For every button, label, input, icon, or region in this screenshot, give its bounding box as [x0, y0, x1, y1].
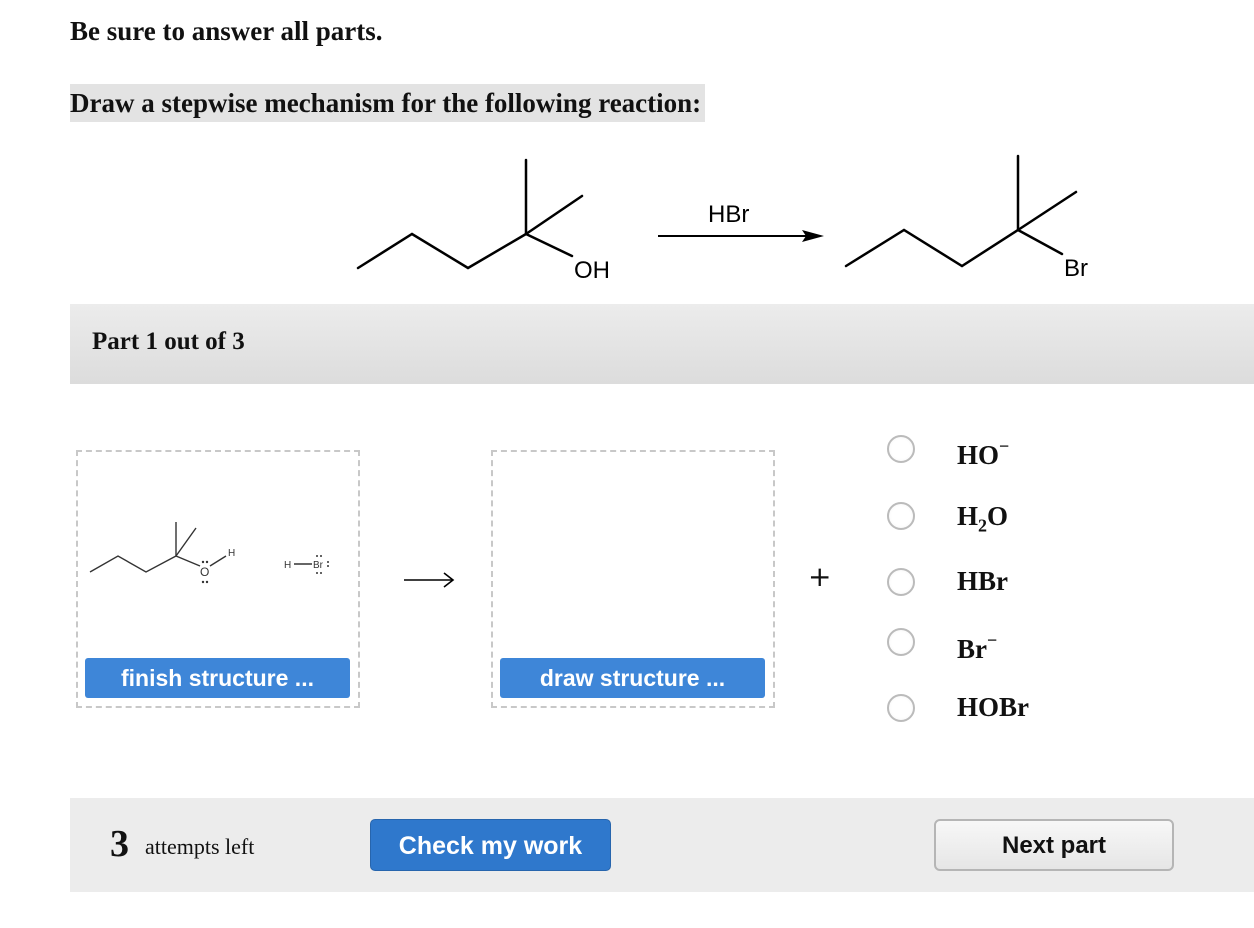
- product-methyl-right: [1016, 190, 1078, 232]
- footer-bar: 3 attempts left Check my work Next part: [70, 798, 1254, 892]
- option-label-3: HBr: [957, 566, 1008, 596]
- next-part-button[interactable]: Next part: [934, 819, 1174, 871]
- alcohol-oh-bond: [209, 555, 227, 567]
- prompt-highlight: Draw a stepwise mechanism for the follow…: [70, 84, 706, 122]
- reactant-skeleton: [356, 158, 584, 270]
- radio-option-4[interactable]: [887, 628, 915, 656]
- alcohol-co-bond: [175, 555, 201, 567]
- reactant-methyl-right: [524, 194, 584, 236]
- finish-structure-button[interactable]: finish structure ...: [85, 658, 350, 698]
- option-label-4: Br−: [957, 630, 998, 664]
- option-label-5: HOBr: [957, 692, 1029, 722]
- option-label-1: HO−: [957, 436, 1010, 470]
- product-skeleton: [844, 154, 1078, 268]
- radio-option-2[interactable]: [887, 502, 915, 530]
- reagent-label: HBr: [708, 201, 749, 228]
- part-header: Part 1 out of 3: [70, 304, 1254, 384]
- radio-option-5[interactable]: [887, 694, 915, 722]
- plus-sign: +: [808, 560, 832, 593]
- hydroxyl-hydrogen: H: [228, 548, 235, 559]
- part-label: Part 1 out of 3: [92, 328, 245, 355]
- product-chain: [844, 228, 1020, 268]
- reactant-co-bond: [524, 232, 574, 258]
- product-cbr-bond: [1016, 228, 1064, 256]
- instruction-text: Be sure to answer all parts.: [70, 16, 383, 46]
- reactant-oh-label: OH: [574, 257, 610, 284]
- reaction-scheme: OH HBr Br: [356, 154, 1088, 284]
- product-br-label: Br: [1064, 255, 1088, 282]
- option-label-2: H2O: [957, 501, 1009, 536]
- mechanism-reactants: O H H Br: [89, 522, 329, 584]
- question-prompt: Draw a stepwise mechanism for the follow…: [70, 88, 702, 118]
- hbr-bromine: Br: [313, 560, 324, 571]
- alcohol-methyl-right: [175, 527, 197, 557]
- check-my-work-button[interactable]: Check my work: [370, 819, 611, 871]
- draw-structure-button[interactable]: draw structure ...: [500, 658, 765, 698]
- radio-option-1[interactable]: [887, 435, 915, 463]
- oxygen-atom: O: [200, 565, 209, 579]
- alcohol-chain: [89, 555, 177, 573]
- reactant-chain: [356, 232, 528, 270]
- attempts-label: attempts left: [145, 834, 255, 859]
- attempts-count: 3: [110, 823, 129, 865]
- hbr-hydrogen: H: [284, 560, 291, 571]
- step-arrow-icon: [404, 572, 455, 588]
- radio-option-3[interactable]: [887, 568, 915, 596]
